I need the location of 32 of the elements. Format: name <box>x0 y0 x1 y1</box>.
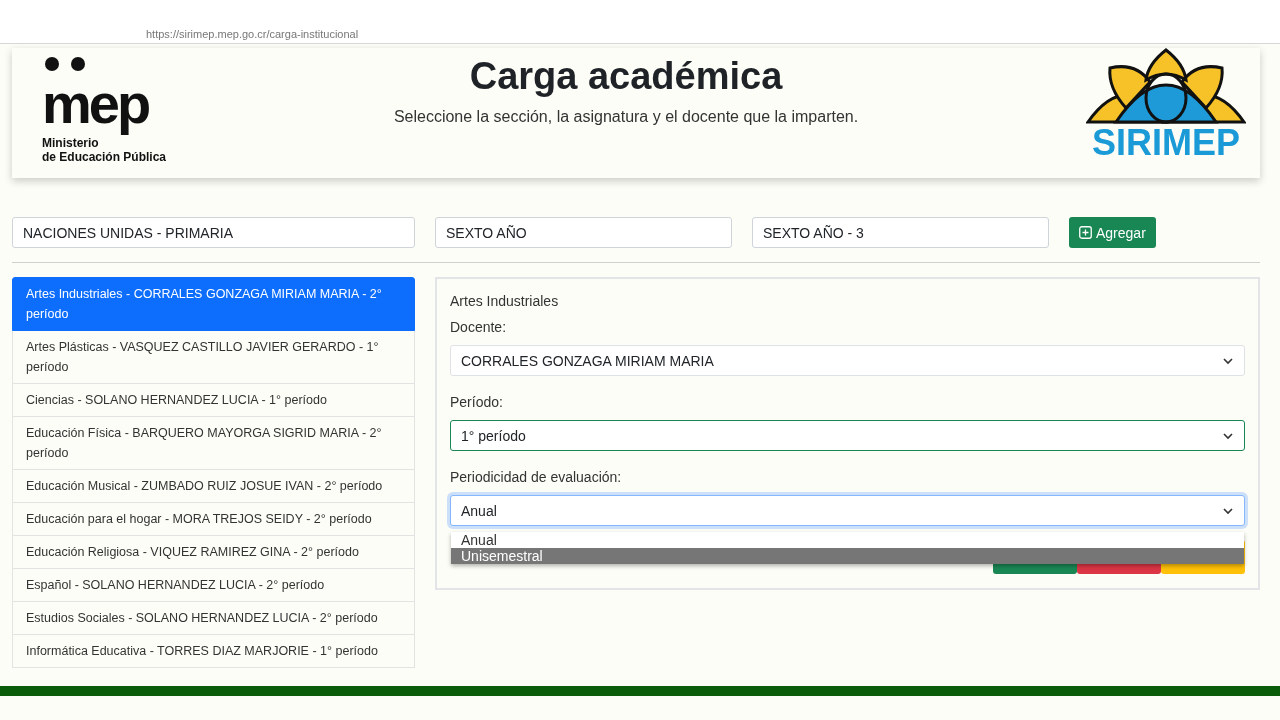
subject-name: Artes Industriales <box>450 293 560 309</box>
subject-item[interactable]: Educación Física - BARQUERO MAYORGA SIGRID MARIA - 2° período <box>12 417 415 470</box>
subject-item[interactable]: Educación Musical - ZUMBADO RUIZ JOSUE IVAN - 2° período <box>12 470 415 503</box>
subject-item[interactable]: Ciencias - SOLANO HERNANDEZ LUCIA - 1° período <box>12 384 415 417</box>
subject-item[interactable]: Educación para el hogar - MORA TREJOS SEIDY - 2° período <box>12 503 415 536</box>
filter-field[interactable]: NACIONES UNIDAS - PRIMARIA <box>12 217 415 248</box>
filter-field[interactable]: SEXTO AÑO <box>435 217 732 248</box>
logo-caption: de Educación Pública <box>42 150 167 164</box>
subject-item[interactable]: Español - SOLANO HERNANDEZ LUCIA - 2° período <box>12 569 415 602</box>
field-label: Periodicidad de evaluación: <box>450 469 623 485</box>
filter-field[interactable]: SEXTO AÑO - 3 <box>752 217 1049 248</box>
subject-item[interactable]: Estudios Sociales - SOLANO HERNANDEZ LUCIA - 2° período <box>12 602 415 635</box>
subject-item[interactable]: Artes Plásticas - VASQUEZ CASTILLO JAVIER GERARDO - 1° período <box>12 331 415 384</box>
select-field[interactable]: 1° período <box>450 420 1245 451</box>
plus-square-icon <box>1079 226 1092 239</box>
logo-caption: Ministerio <box>42 136 99 150</box>
field-label: Docente: <box>450 319 508 335</box>
page-subtitle: Seleccione la sección, la asignatura y el docente que la imparten. <box>393 108 859 126</box>
url-text: https://sirimep.mep.go.cr/carga-institucional <box>146 27 359 41</box>
logo-dots-icon <box>44 56 88 72</box>
select-field[interactable]: CORRALES GONZAGA MIRIAM MARIA <box>450 345 1245 376</box>
dropdown-option[interactable]: Unisemestral <box>451 548 1244 564</box>
add-button[interactable]: Agregar <box>1069 217 1156 248</box>
field-label: Período: <box>450 394 504 410</box>
subject-item[interactable]: Educación Religiosa - VIQUEZ RAMIREZ GINA - 2° período <box>12 536 415 569</box>
logo-wordmark: SIRIMEP <box>1092 124 1240 162</box>
flower-logo-icon <box>1086 48 1246 124</box>
dropdown-option[interactable]: Anual <box>451 532 1244 548</box>
subject-item[interactable]: Informática Educativa - TORRES DIAZ MARJORIE - 1° período <box>12 635 415 668</box>
address-bar[interactable]: https://sirimep.mep.go.cr/carga-institucional <box>0 0 1280 44</box>
page-title: Carga académica <box>469 54 783 99</box>
subject-item[interactable]: Artes Industriales - CORRALES GONZAGA MIRIAM MARIA - 2° período <box>12 277 415 331</box>
